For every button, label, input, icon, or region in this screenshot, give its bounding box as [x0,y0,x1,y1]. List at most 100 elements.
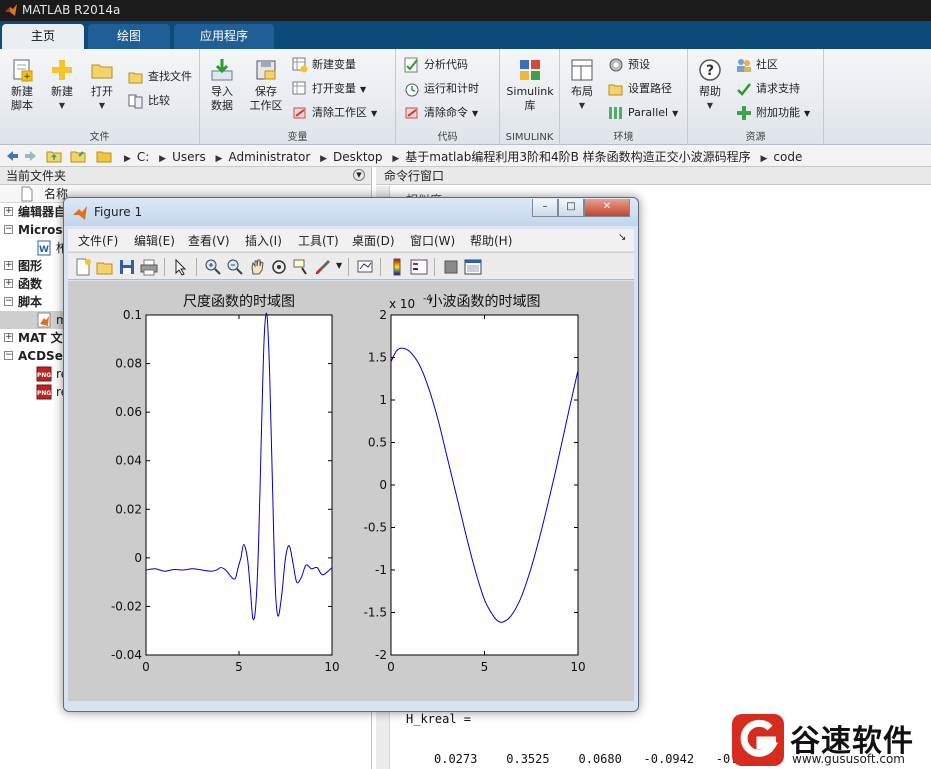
figure-window[interactable]: Figure 1 – □ ✕ 文件(F) 编辑(E) 查看(V) 插入(I) 工… [63,197,639,712]
menu-edit[interactable]: 编辑(E) [134,232,175,249]
rotate-icon[interactable] [270,258,288,276]
browse-folder-icon[interactable] [70,148,86,164]
add-ons-label: 附加功能 [756,106,800,119]
help-dropdown-arrow: ▼ [706,101,714,110]
figure-title-bar[interactable]: Figure 1 – □ ✕ [64,198,638,226]
layout-dropdown-arrow: ▼ [578,101,586,110]
expand-icon[interactable]: + [4,333,13,342]
zoom-in-icon[interactable] [204,258,222,276]
clear-workspace-dropdown-arrow[interactable]: ▼ [371,109,377,118]
request-support-button[interactable]: 请求支持 [736,79,800,99]
file-column-icon [21,186,33,202]
svg-text:?: ? [706,63,714,79]
brush-icon[interactable] [314,258,332,276]
hide-plot-tools-icon[interactable] [442,258,460,276]
breadcrumb-administrator[interactable]: Administrator [228,150,310,164]
breadcrumb-code[interactable]: code [773,150,802,164]
add-ons-dropdown-arrow[interactable]: ▼ [804,109,810,118]
tab-apps[interactable]: 应用程序 [174,24,274,49]
breadcrumb-project-folder[interactable]: 基于matlab编程利用3阶和4阶B 样条函数构造正交小波源码程序 [405,150,750,164]
print-icon[interactable] [140,258,158,276]
new-figure-icon[interactable] [74,258,92,276]
pan-icon[interactable] [248,258,266,276]
minimize-button[interactable]: – [532,199,558,217]
legend-icon[interactable] [410,258,428,276]
find-files-button[interactable]: 查找文件 [128,67,192,87]
clear-workspace-button[interactable]: 清除工作区 ▼ [292,103,377,123]
show-plot-tools-icon[interactable] [464,258,482,276]
colorbar-icon[interactable] [388,258,406,276]
open-button[interactable]: 打开 ▼ [80,57,124,113]
set-path-button[interactable]: 设置路径 [608,79,672,99]
collapse-icon[interactable]: − [4,225,13,234]
plot-axes-1[interactable] [145,314,333,656]
import-data-button[interactable]: 导入 数据 [200,57,244,113]
collapse-icon[interactable]: − [4,351,13,360]
zoom-out-icon[interactable] [226,258,244,276]
menu-window[interactable]: 窗口(W) [410,232,455,249]
y-tick-label: -0.02 [111,599,142,613]
menu-desktop[interactable]: 桌面(D) [352,232,395,249]
parallel-dropdown-arrow[interactable]: ▼ [672,109,678,118]
new-button[interactable]: 新建 ▼ [40,57,84,113]
simulink-library-button[interactable]: Simulink 库 [504,57,556,113]
brush-dropdown-arrow[interactable]: ▼ [336,261,342,270]
close-button[interactable]: ✕ [584,199,630,217]
clear-commands-dropdown-arrow[interactable]: ▼ [472,109,478,118]
new-script-button[interactable]: + 新建 脚本 [0,57,44,113]
save-workspace-button[interactable]: 保存 工作区 [244,57,288,113]
save-icon[interactable] [118,258,136,276]
analyze-code-button[interactable]: 分析代码 [404,55,468,75]
run-and-time-label: 运行和计时 [424,82,479,95]
community-icon [737,59,751,72]
menu-insert[interactable]: 插入(I) [245,232,282,249]
tab-plots[interactable]: 绘图 [88,24,170,49]
tab-home[interactable]: 主页 [2,24,84,49]
figure-toolbar: ▼ [68,252,634,280]
menu-tools[interactable]: 工具(T) [298,232,339,249]
help-button[interactable]: ? 帮助 ▼ [688,57,732,113]
link-plot-icon[interactable] [356,258,374,276]
x-tick-label: 5 [481,660,489,674]
collapse-icon[interactable]: − [4,297,13,306]
back-arrow-icon[interactable] [3,148,19,164]
matlab-figure-icon [73,206,87,220]
menu-help[interactable]: 帮助(H) [470,232,512,249]
panel-actions-icon[interactable]: ▼ [353,169,365,181]
ribbon-tab-strip: 主页 绘图 应用程序 [0,21,931,49]
forward-arrow-icon[interactable] [24,148,40,164]
expand-icon[interactable]: + [4,207,13,216]
tree-section-label: 编辑器自 [18,205,67,219]
add-ons-button[interactable]: 附加功能 ▼ [736,103,810,123]
open-variable-button[interactable]: 打开变量 ▼ [292,79,366,99]
figure-canvas[interactable]: 尺度函数的时域图 -0.04 -0.02 0 0.02 0.04 0.06 0.08 0.1 0 5… [68,281,634,701]
breadcrumb-desktop[interactable]: Desktop [333,150,383,164]
open-variable-dropdown-arrow[interactable]: ▼ [360,85,366,94]
data-cursor-icon[interactable] [292,258,310,276]
maximize-button[interactable]: □ [558,199,584,217]
preferences-button[interactable]: 预设 [608,55,650,75]
community-button[interactable]: 社区 [736,55,778,75]
y-tick-label: -1.5 [364,606,387,620]
y-tick-label: 2 [379,308,387,322]
menu-file[interactable]: 文件(F) [78,232,118,249]
menu-view[interactable]: 查看(V) [188,232,230,249]
new-variable-button[interactable]: 新建变量 [292,55,356,75]
y-tick-label: 0 [134,551,142,565]
parallel-button[interactable]: Parallel ▼ [608,103,678,123]
breadcrumb-separator: ▶ [159,154,167,164]
select-arrow-icon[interactable] [172,258,190,276]
breadcrumb-users[interactable]: Users [172,150,206,164]
expand-icon[interactable]: + [4,261,13,270]
expand-icon[interactable]: + [4,279,13,288]
new-script-label: 新建 脚本 [11,85,33,112]
run-and-time-button[interactable]: 运行和计时 [404,79,479,99]
dock-figure-icon[interactable]: ↘ [618,232,626,243]
clear-commands-button[interactable]: 清除命令 ▼ [404,103,478,123]
plot-axes-2[interactable] [390,314,579,656]
layout-button[interactable]: 布局 ▼ [560,57,604,113]
up-folder-icon[interactable] [46,148,62,164]
open-file-icon[interactable] [96,258,114,276]
breadcrumb-drive[interactable]: C: [137,150,149,164]
compare-button[interactable]: 比较 [128,91,170,111]
